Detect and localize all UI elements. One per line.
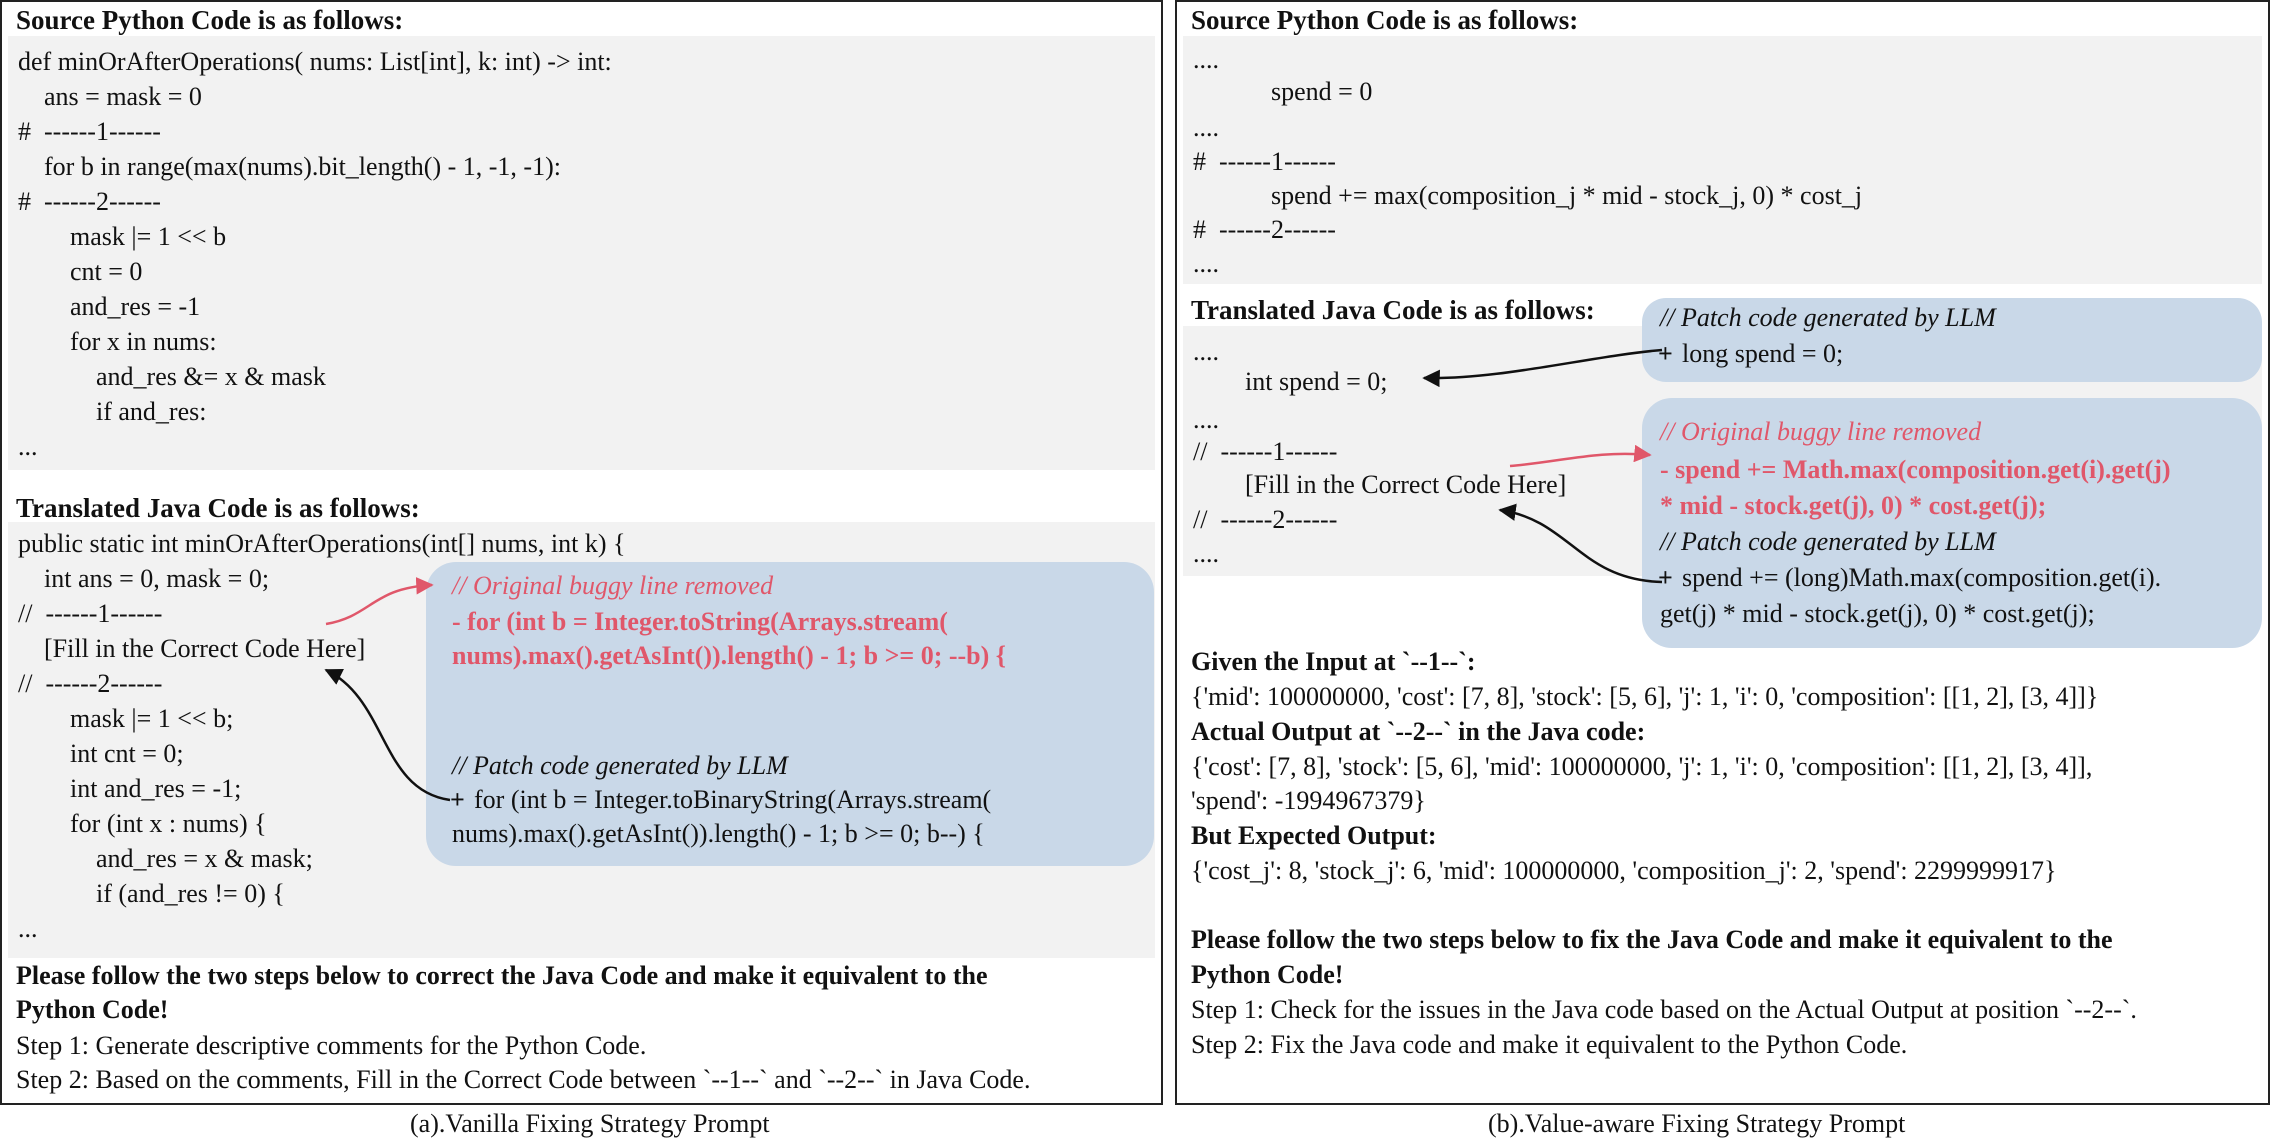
code-line: ... xyxy=(18,914,38,943)
patch-comment: // Patch code generated by LLM xyxy=(452,751,788,780)
java-code-block: public static int minOrAfterOperations(i… xyxy=(8,522,1155,958)
patch-comment: // Patch code generated by LLM xyxy=(1660,527,1996,556)
code-line: and_res &= x & mask xyxy=(18,362,326,391)
code-line: if and_res: xyxy=(18,397,207,426)
value-aware-prompt-panel: Source Python Code is as follows: .... s… xyxy=(1175,0,2270,1105)
patch-bubble: // Original buggy line removed - for (in… xyxy=(426,562,1154,866)
code-line: // ------2------ xyxy=(1193,505,1338,534)
patch-line: long spend = 0; xyxy=(1682,339,1844,368)
expected-value: {'cost_j': 8, 'stock_j': 6, 'mid': 10000… xyxy=(1191,856,2057,885)
code-line: // ------1------ xyxy=(18,599,163,628)
actual-output-value: {'cost': [7, 8], 'stock': [5, 6], 'mid':… xyxy=(1191,752,2093,781)
java-header: Translated Java Code is as follows: xyxy=(1191,295,1595,325)
patch-bubble-top: // Patch code generated by LLM + long sp… xyxy=(1642,298,2262,382)
vanilla-prompt-panel: Source Python Code is as follows: def mi… xyxy=(0,0,1163,1105)
fill-placeholder: [Fill in the Correct Code Here] xyxy=(1193,470,1567,499)
code-line: .... xyxy=(1193,113,1219,142)
code-line: def minOrAfterOperations( nums: List[int… xyxy=(18,47,612,76)
code-line: and_res = x & mask; xyxy=(18,844,313,873)
code-line: for (int x : nums) { xyxy=(18,809,267,838)
code-line: ... xyxy=(18,432,38,461)
removed-line: nums).max().getAsInt()).length() - 1; b … xyxy=(452,641,1007,670)
patch-comment: // Patch code generated by LLM xyxy=(1660,303,1996,332)
given-input-label: Given the Input at `--1--`: xyxy=(1191,647,1476,676)
source-header: Source Python Code is as follows: xyxy=(16,5,404,35)
caption-b: (b).Value-aware Fixing Strategy Prompt xyxy=(1488,1109,1906,1138)
code-line: .... xyxy=(1193,405,1219,434)
step-line: Step 1: Generate descriptive comments fo… xyxy=(16,1031,647,1060)
code-line: spend = 0 xyxy=(1193,77,1373,106)
removed-comment: // Original buggy line removed xyxy=(1660,417,1982,446)
fill-placeholder: [Fill in the Correct Code Here] xyxy=(18,634,366,663)
removed-line: - for (int b = Integer.toString(Arrays.s… xyxy=(452,607,948,636)
code-line: spend += max(composition_j * mid - stock… xyxy=(1193,181,1863,210)
code-line: // ------1------ xyxy=(1193,437,1338,466)
code-line: .... xyxy=(1193,45,1219,74)
step-line: Step 1: Check for the issues in the Java… xyxy=(1191,995,2137,1024)
patch-line: nums).max().getAsInt()).length() - 1; b … xyxy=(452,819,985,848)
patch-bubble-main: // Original buggy line removed - spend +… xyxy=(1642,398,2262,648)
step-line: Step 2: Based on the comments, Fill in t… xyxy=(16,1065,1031,1094)
code-line: # ------1------ xyxy=(18,117,161,146)
code-line: if (and_res != 0) { xyxy=(18,879,285,908)
code-line: ans = mask = 0 xyxy=(18,82,202,111)
actual-output-label: Actual Output at `--2--` in the Java cod… xyxy=(1191,717,1646,746)
plus-icon: + xyxy=(1658,339,1673,368)
plus-icon: + xyxy=(450,785,465,814)
code-line: mask |= 1 << b xyxy=(18,222,227,251)
instruction-line: Python Code! xyxy=(16,995,169,1024)
given-input-value: {'mid': 100000000, 'cost': [7, 8], 'stoc… xyxy=(1191,682,2099,711)
removed-line: * mid - stock.get(j), 0) * cost.get(j); xyxy=(1660,491,2047,520)
instruction-line: Please follow the two steps below to fix… xyxy=(1191,925,2113,954)
code-line: int ans = 0, mask = 0; xyxy=(18,564,270,593)
step-line: Step 2: Fix the Java code and make it eq… xyxy=(1191,1030,1908,1059)
code-line: int spend = 0; xyxy=(1193,367,1388,396)
python-code-block: .... spend = 0 .... # ------1------ spen… xyxy=(1183,36,2262,284)
actual-output-value: 'spend': -1994967379} xyxy=(1191,786,1426,815)
source-header: Source Python Code is as follows: xyxy=(1191,5,1579,35)
code-line: public static int minOrAfterOperations(i… xyxy=(18,529,626,558)
caption-a: (a).Vanilla Fixing Strategy Prompt xyxy=(410,1109,770,1138)
java-header: Translated Java Code is as follows: xyxy=(16,493,420,523)
expected-label: But Expected Output: xyxy=(1191,821,1437,850)
plus-icon: + xyxy=(1658,563,1673,592)
patch-line: for (int b = Integer.toBinaryString(Arra… xyxy=(474,785,992,814)
code-line: .... xyxy=(1193,539,1219,568)
python-code-block: def minOrAfterOperations( nums: List[int… xyxy=(8,36,1155,470)
code-line: .... xyxy=(1193,337,1219,366)
code-line: for b in range(max(nums).bit_length() - … xyxy=(18,152,561,181)
instruction-line: Please follow the two steps below to cor… xyxy=(16,961,988,990)
code-line: // ------2------ xyxy=(18,669,163,698)
code-line: for x in nums: xyxy=(18,327,217,356)
code-line: # ------2------ xyxy=(1193,215,1336,244)
code-line: # ------1------ xyxy=(1193,147,1336,176)
patch-line: get(j) * mid - stock.get(j), 0) * cost.g… xyxy=(1660,599,2095,628)
code-line: and_res = -1 xyxy=(18,292,201,321)
code-line: int cnt = 0; xyxy=(18,739,184,768)
removed-line: - spend += Math.max(composition.get(i).g… xyxy=(1660,455,2171,484)
code-line: .... xyxy=(1193,249,1219,278)
code-line: int and_res = -1; xyxy=(18,774,242,803)
code-line: cnt = 0 xyxy=(18,257,143,286)
instruction-line: Python Code! xyxy=(1191,960,1344,989)
removed-comment: // Original buggy line removed xyxy=(452,571,774,600)
code-line: # ------2------ xyxy=(18,187,161,216)
patch-line: spend += (long)Math.max(composition.get(… xyxy=(1682,563,2162,592)
code-line: mask |= 1 << b; xyxy=(18,704,234,733)
